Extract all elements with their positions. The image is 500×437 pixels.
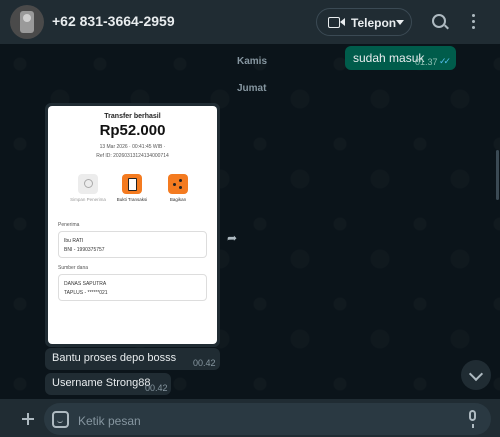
- message-time: 01.37: [415, 57, 438, 67]
- save-recipient-action: Simpan Penerima: [68, 174, 108, 203]
- message-text: sudah masuk: [353, 51, 425, 65]
- message-text: Username Strong88: [52, 377, 151, 389]
- receipt-amount: Rp52.000: [99, 122, 166, 139]
- receipt-date: 13 Mar 2026 · 00:41:45 WIB ·: [99, 144, 166, 150]
- call-button-label: Telepon: [351, 16, 397, 30]
- chevron-down-icon: [396, 20, 404, 25]
- person-icon: [84, 179, 93, 188]
- receipt-title: Transfer berhasil: [104, 113, 161, 120]
- source-account: TAPLUS - ******021: [64, 290, 108, 296]
- transaction-proof-action: Bukti Transaksi: [112, 174, 152, 203]
- read-ticks-icon: ✓✓: [439, 56, 451, 66]
- recipient-box: Ibu RATI BNI - 1990375757: [58, 231, 207, 258]
- outgoing-message[interactable]: sudah masuk 01.37 ✓✓: [345, 46, 456, 70]
- source-name: DANAS SAPUTRA: [64, 281, 107, 287]
- recipient-label: Penerima: [58, 222, 80, 228]
- source-label: Sumber dana: [58, 265, 89, 271]
- chevron-down-icon: [468, 366, 484, 382]
- share-action: Bagikan: [158, 174, 198, 203]
- receipt-ref: Ref ID: 20260313124134000714: [96, 153, 169, 159]
- sticker-icon[interactable]: [52, 411, 69, 428]
- forward-icon[interactable]: ➦: [227, 231, 237, 245]
- recipient-account: BNI - 1990375757: [64, 247, 105, 253]
- incoming-message[interactable]: Username Strong88 00.42: [45, 373, 171, 395]
- plus-icon[interactable]: [22, 413, 34, 425]
- scroll-to-bottom-button[interactable]: [461, 360, 491, 390]
- menu-icon[interactable]: [472, 14, 476, 30]
- message-text: Bantu proses depo bosss: [52, 352, 177, 364]
- message-time: 00.42: [193, 358, 216, 368]
- source-box: DANAS SAPUTRA TAPLUS - ******021: [58, 274, 207, 301]
- avatar[interactable]: [10, 5, 44, 39]
- share-icon: [173, 179, 183, 189]
- incoming-message[interactable]: Bantu proses depo bosss 00.42: [45, 348, 220, 370]
- document-icon: [128, 178, 137, 191]
- message-time: 00.42: [145, 383, 168, 393]
- call-button[interactable]: Telepon: [316, 8, 412, 36]
- message-input[interactable]: [76, 412, 450, 430]
- day-label: Jumat: [237, 83, 267, 94]
- video-camera-icon: [328, 17, 340, 28]
- microphone-icon[interactable]: [469, 410, 476, 428]
- contact-name[interactable]: +62 831-3664-2959: [52, 13, 175, 29]
- day-label: Kamis: [237, 56, 268, 67]
- recipient-name: Ibu RATI: [64, 238, 84, 244]
- transfer-receipt-image[interactable]: Transfer berhasil Rp52.000 13 Mar 2026 ·…: [48, 106, 217, 344]
- search-icon[interactable]: [432, 14, 446, 28]
- scrollbar[interactable]: [496, 150, 499, 200]
